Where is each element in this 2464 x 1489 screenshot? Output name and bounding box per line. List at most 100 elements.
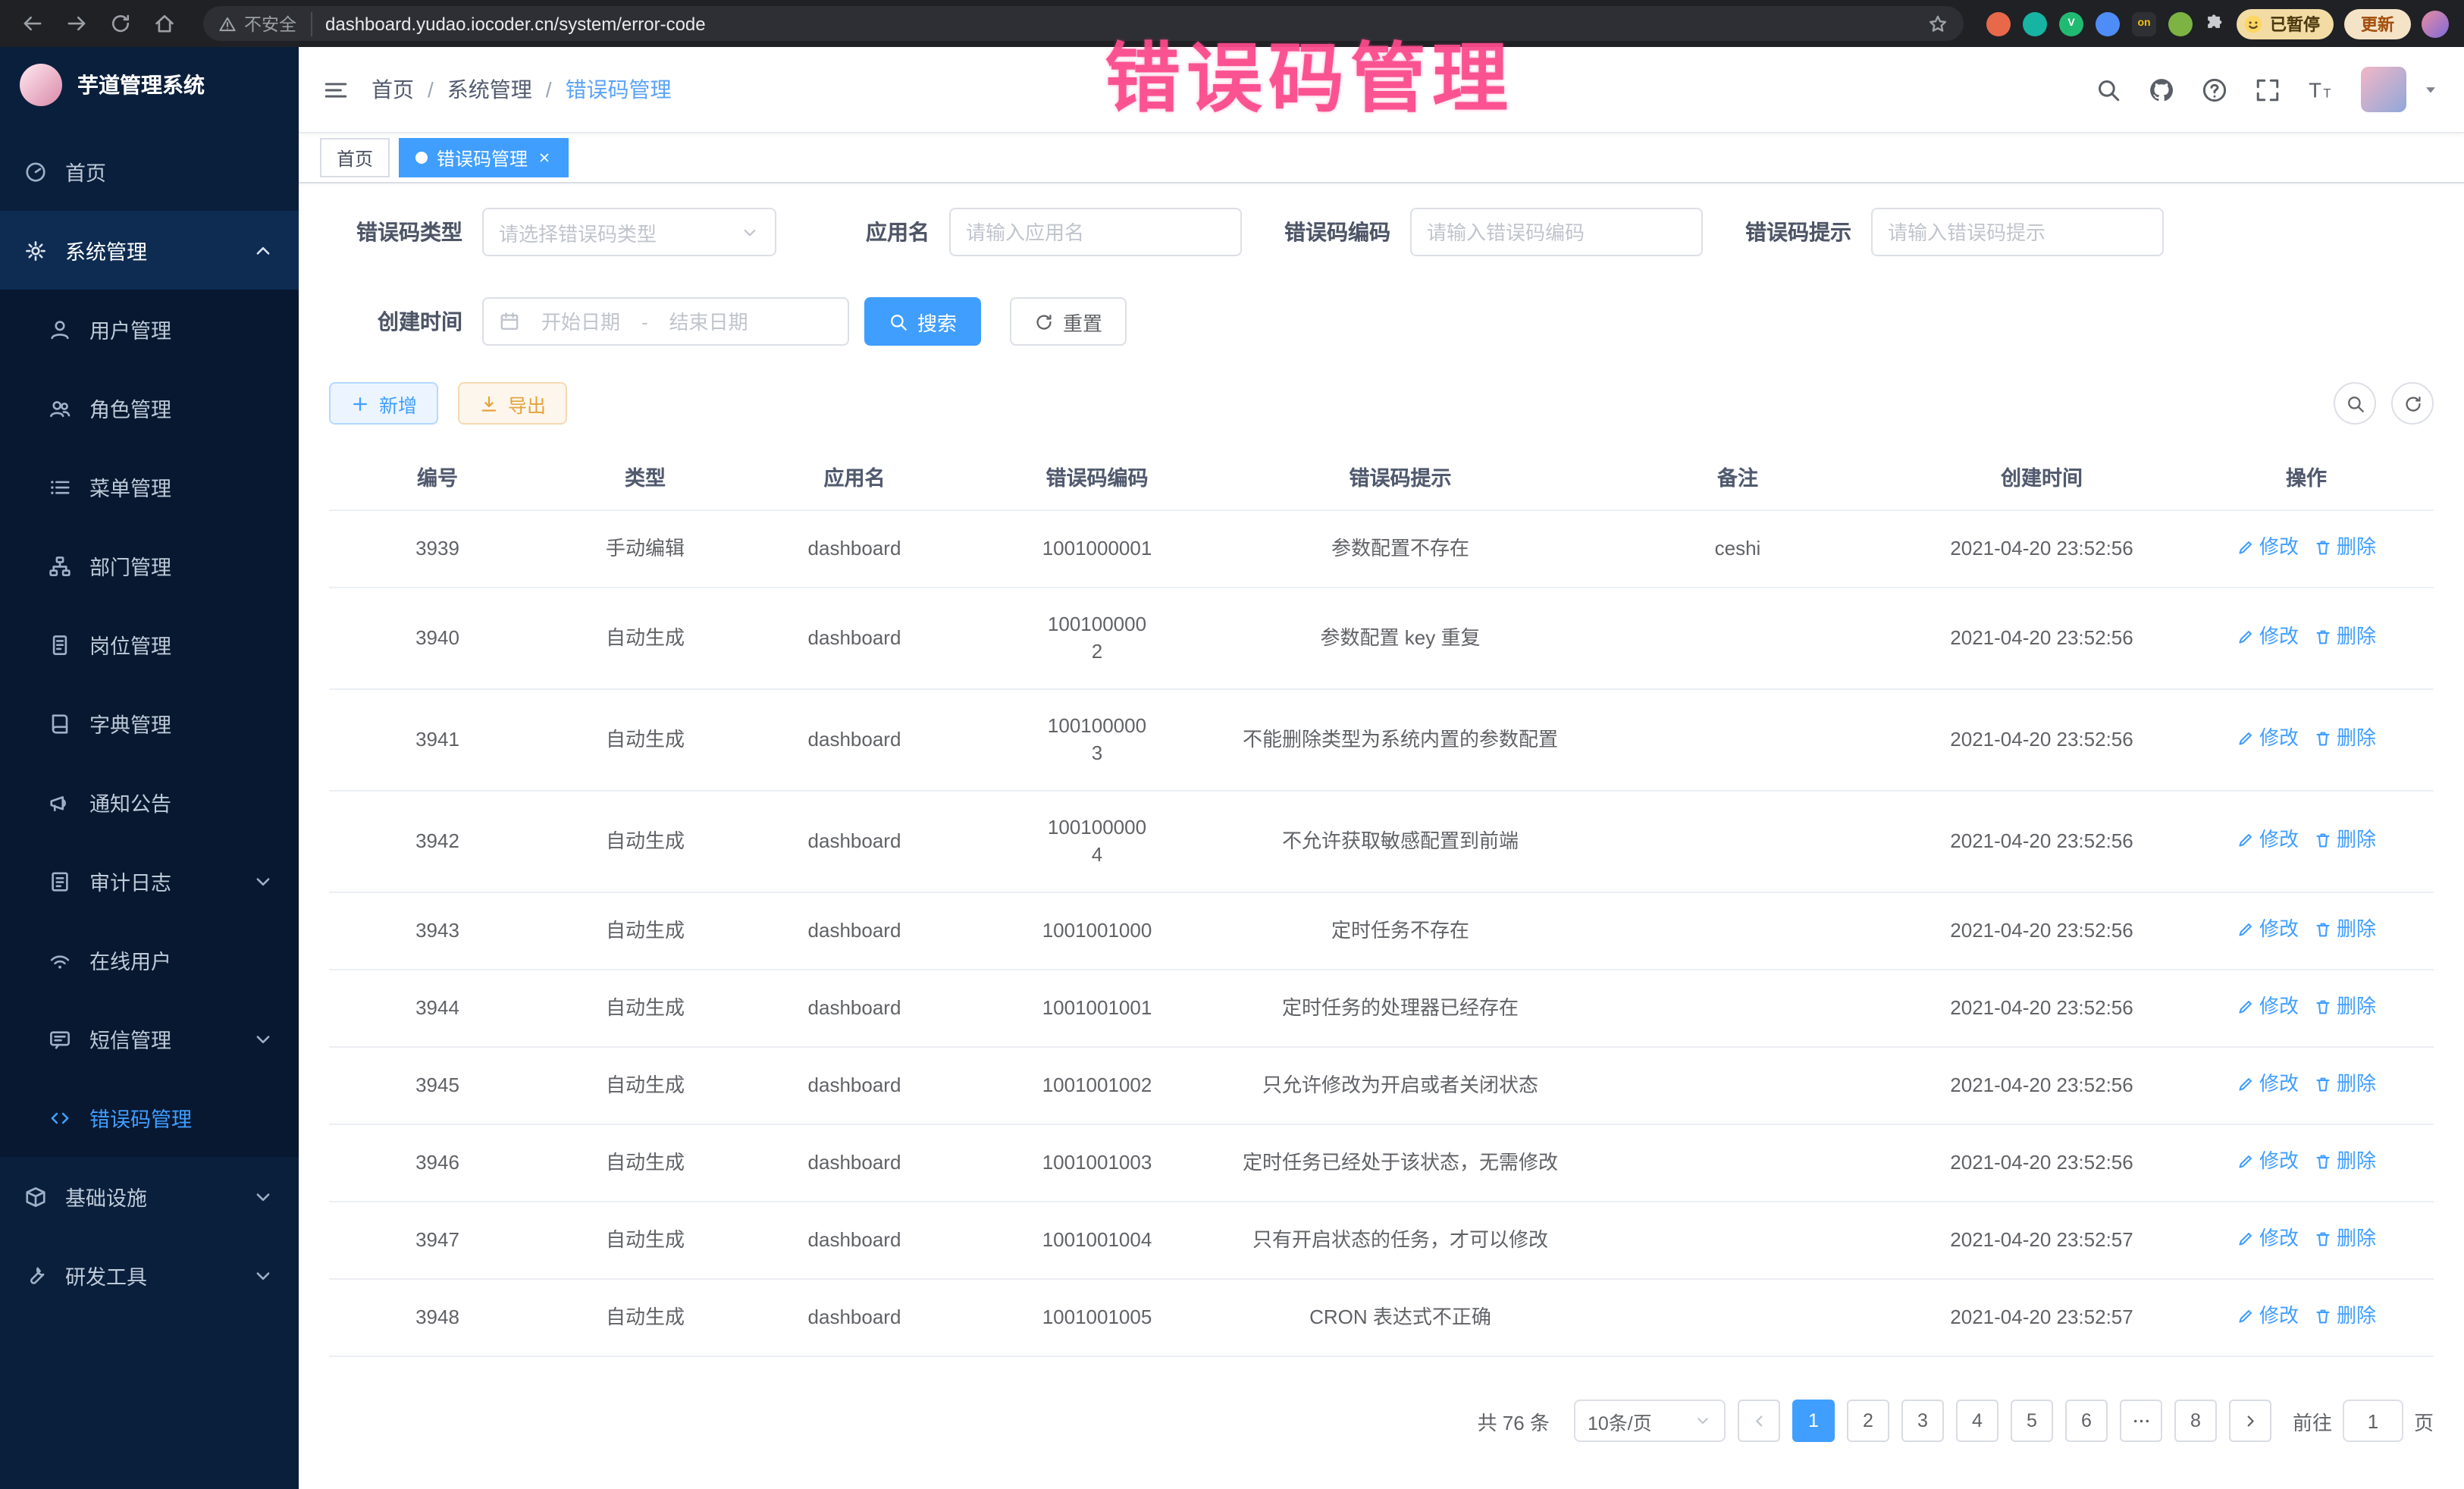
edit-link[interactable]: 修改: [2237, 1148, 2299, 1175]
cell-code: 1001000001: [964, 510, 1230, 588]
goto-label: 前往: [2293, 1406, 2332, 1435]
cell-type: 自动生成: [546, 892, 745, 970]
breadcrumb-item[interactable]: 首页: [371, 74, 414, 105]
edit-link[interactable]: 修改: [2237, 993, 2299, 1020]
delete-link[interactable]: 删除: [2314, 1225, 2376, 1252]
delete-link[interactable]: 删除: [2314, 916, 2376, 943]
search-button[interactable]: 搜索: [864, 297, 981, 346]
bookmark-star-icon[interactable]: [1927, 13, 1948, 34]
extension-grid-icon[interactable]: [2096, 11, 2120, 36]
sidebar-item-notice[interactable]: 通知公告: [0, 763, 299, 842]
edit-link[interactable]: 修改: [2237, 826, 2299, 854]
sidebar-item-dev-tools[interactable]: 研发工具: [0, 1236, 299, 1315]
delete-link[interactable]: 删除: [2314, 534, 2376, 561]
cell-actions: 修改删除: [2179, 689, 2434, 791]
sidebar-item-error-code[interactable]: 错误码管理: [0, 1078, 299, 1157]
browser-forward-icon[interactable]: [59, 7, 92, 40]
paused-badge[interactable]: 已暂停: [2237, 8, 2334, 39]
sidebar-item-post[interactable]: 岗位管理: [0, 605, 299, 684]
delete-link[interactable]: 删除: [2314, 1148, 2376, 1175]
reset-button[interactable]: 重置: [1010, 297, 1127, 346]
prev-page-button[interactable]: [1738, 1400, 1780, 1442]
sidebar-item-infra[interactable]: 基础设施: [0, 1157, 299, 1236]
delete-link[interactable]: 删除: [2314, 826, 2376, 854]
delete-link[interactable]: 删除: [2314, 725, 2376, 752]
sidebar-item-sms[interactable]: 短信管理: [0, 999, 299, 1078]
end-date-input[interactable]: [659, 310, 759, 333]
extension-vue-devtools-icon[interactable]: V: [2059, 11, 2083, 36]
error-code-input[interactable]: [1427, 221, 1686, 243]
sidebar-item-audit-log[interactable]: 审计日志: [0, 842, 299, 920]
delete-link[interactable]: 删除: [2314, 1071, 2376, 1098]
edit-link[interactable]: 修改: [2237, 534, 2299, 561]
error-type-select[interactable]: 请选择错误码类型: [482, 208, 776, 256]
page-button-1[interactable]: 1: [1792, 1400, 1835, 1442]
page-ellipsis[interactable]: [2120, 1400, 2162, 1442]
add-button[interactable]: 新增: [329, 382, 438, 425]
edit-link[interactable]: 修改: [2237, 623, 2299, 650]
tab-close-icon[interactable]: [537, 150, 552, 165]
help-icon[interactable]: [2202, 77, 2227, 102]
search-icon[interactable]: [2096, 77, 2121, 102]
delete-link[interactable]: 删除: [2314, 1302, 2376, 1330]
edit-link[interactable]: 修改: [2237, 725, 2299, 752]
app-name-input[interactable]: [966, 221, 1225, 243]
sidebar-item-online-user[interactable]: 在线用户: [0, 920, 299, 999]
extension-leaf-icon[interactable]: [2168, 11, 2193, 36]
extensions-puzzle-icon[interactable]: [2203, 12, 2226, 35]
caret-down-icon[interactable]: [2422, 80, 2440, 99]
page-button-6[interactable]: 6: [2065, 1400, 2108, 1442]
breadcrumb-item[interactable]: 系统管理: [447, 74, 532, 105]
browser-home-icon[interactable]: [147, 7, 180, 40]
start-date-input[interactable]: [531, 310, 631, 333]
goto-page-input[interactable]: [2343, 1400, 2403, 1442]
sidebar-item-dict[interactable]: 字典管理: [0, 684, 299, 763]
cell-id: 3945: [329, 1047, 546, 1124]
page-button-2[interactable]: 2: [1847, 1400, 1889, 1442]
next-page-button[interactable]: [2229, 1400, 2271, 1442]
edit-link[interactable]: 修改: [2237, 1302, 2299, 1330]
edit-link[interactable]: 修改: [2237, 1225, 2299, 1252]
page-button-8[interactable]: 8: [2174, 1400, 2217, 1442]
page-button-4[interactable]: 4: [1956, 1400, 1998, 1442]
github-icon[interactable]: [2149, 77, 2174, 102]
tab-error-code[interactable]: 错误码管理: [399, 138, 569, 177]
toggle-search-button[interactable]: [2334, 382, 2376, 425]
delete-link[interactable]: 删除: [2314, 993, 2376, 1020]
tab-home[interactable]: 首页: [320, 138, 390, 177]
page-button-5[interactable]: 5: [2011, 1400, 2053, 1442]
search-button-label: 搜索: [917, 307, 957, 336]
sidebar-item-menu[interactable]: 菜单管理: [0, 447, 299, 526]
logo-title: 芋道管理系统: [77, 70, 205, 100]
sidebar-item-system[interactable]: 系统管理: [0, 211, 299, 290]
update-button[interactable]: 更新: [2344, 8, 2411, 39]
page-button-3[interactable]: 3: [1901, 1400, 1944, 1442]
delete-link[interactable]: 删除: [2314, 623, 2376, 650]
export-button[interactable]: 导出: [458, 382, 567, 425]
edit-link[interactable]: 修改: [2237, 1071, 2299, 1098]
browser-reload-icon[interactable]: [103, 7, 136, 40]
extension-adblock-icon[interactable]: [1986, 11, 2011, 36]
warning-icon: [218, 14, 237, 33]
error-hint-input[interactable]: [1888, 221, 2147, 243]
address-bar[interactable]: 不安全 dashboard.yudao.iocoder.cn/system/er…: [203, 6, 1964, 41]
edit-link[interactable]: 修改: [2237, 916, 2299, 943]
date-range-picker[interactable]: -: [482, 297, 849, 346]
cell-app: dashboard: [745, 689, 964, 791]
edit-icon: [2237, 729, 2255, 748]
sidebar-toggle-icon[interactable]: [323, 77, 349, 102]
extension-switch-icon[interactable]: on: [2132, 11, 2156, 36]
user-avatar[interactable]: [2361, 67, 2406, 112]
sidebar-item-dept[interactable]: 部门管理: [0, 526, 299, 605]
calendar-icon: [499, 311, 520, 332]
page-size-select[interactable]: 10条/页: [1574, 1400, 1726, 1442]
fullscreen-icon[interactable]: [2255, 77, 2281, 102]
sidebar-item-role[interactable]: 角色管理: [0, 368, 299, 447]
browser-back-icon[interactable]: [15, 7, 49, 40]
extension-teal-icon[interactable]: [2023, 11, 2047, 36]
sidebar-item-user[interactable]: 用户管理: [0, 290, 299, 368]
font-size-icon[interactable]: TT: [2308, 77, 2334, 102]
refresh-table-button[interactable]: [2391, 382, 2434, 425]
sidebar-item-home[interactable]: 首页: [0, 132, 299, 211]
browser-profile-avatar[interactable]: [2422, 10, 2449, 37]
